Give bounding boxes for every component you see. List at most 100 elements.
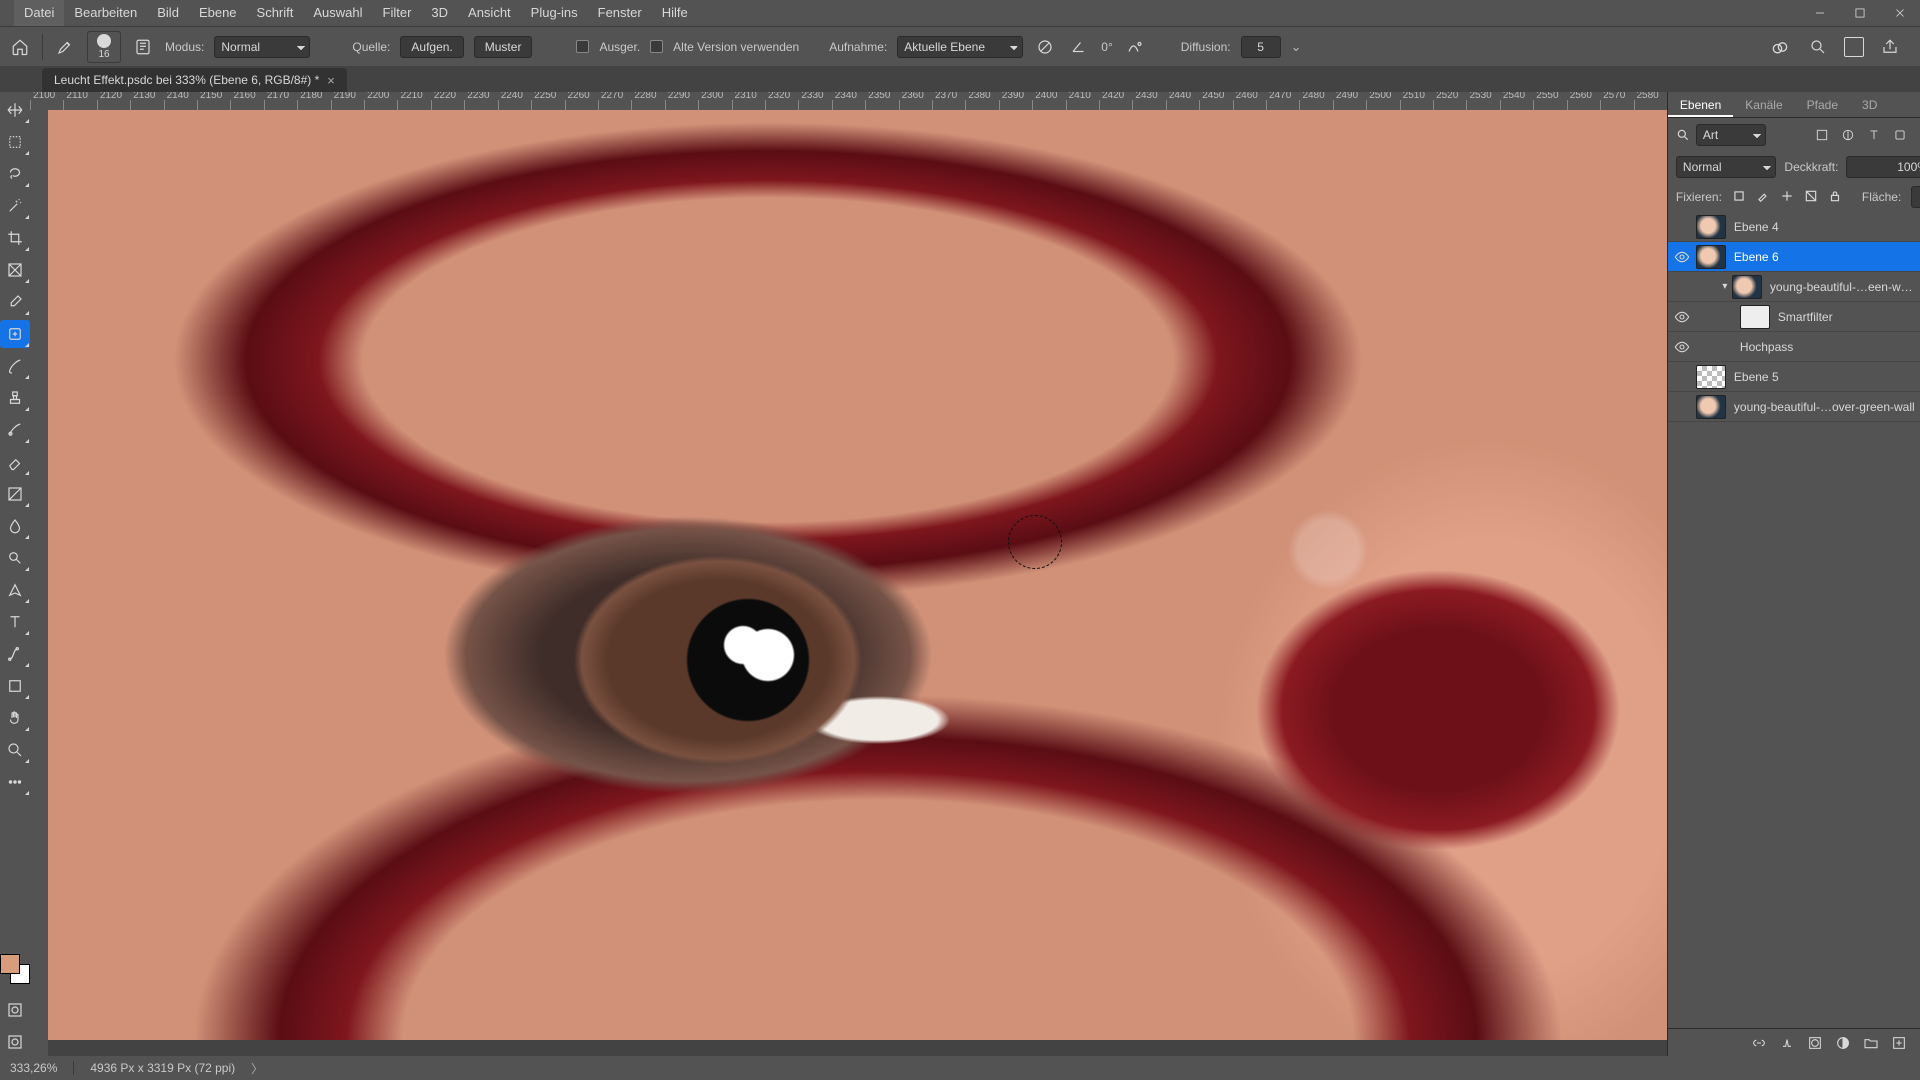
- panel-tab-ebenen[interactable]: Ebenen: [1668, 93, 1733, 117]
- visibility-toggle[interactable]: [1668, 339, 1696, 355]
- fx-icon[interactable]: [1779, 1035, 1795, 1051]
- screen-mode-icon[interactable]: [1844, 37, 1864, 57]
- group-icon[interactable]: [1863, 1035, 1879, 1051]
- ruler-tick: 2390: [999, 100, 1032, 110]
- eyedropper-tool[interactable]: [0, 288, 30, 316]
- document-tab[interactable]: Leucht Effekt.psdc bei 333% (Ebene 6, RG…: [42, 68, 347, 92]
- layer-filter-select[interactable]: Art: [1696, 124, 1766, 146]
- document-tab-bar: Leucht Effekt.psdc bei 333% (Ebene 6, RG…: [0, 66, 1920, 92]
- adjustment-icon[interactable]: [1835, 1035, 1851, 1051]
- menu-hilfe[interactable]: Hilfe: [652, 0, 698, 26]
- layer-row[interactable]: Ebene 6: [1668, 242, 1920, 272]
- layer-blend-select[interactable]: Normal: [1676, 156, 1777, 178]
- cloud-docs-icon[interactable]: [1768, 35, 1792, 59]
- menu-ebene[interactable]: Ebene: [189, 0, 247, 26]
- link-icon[interactable]: [1751, 1035, 1767, 1051]
- layer-row[interactable]: Smartfilter: [1668, 302, 1920, 332]
- filter-type-icon[interactable]: [1865, 126, 1883, 144]
- new-layer-icon[interactable]: [1891, 1035, 1907, 1051]
- hand-tool[interactable]: [0, 704, 30, 732]
- healing-tool[interactable]: [0, 320, 30, 348]
- filter-adjust-icon[interactable]: [1839, 126, 1857, 144]
- sample-select[interactable]: Aktuelle Ebene: [897, 36, 1023, 58]
- home-icon[interactable]: [8, 35, 32, 59]
- scrollbar-horizontal[interactable]: [48, 1040, 1667, 1056]
- panel-tab-kanäle[interactable]: Kanäle: [1733, 93, 1794, 117]
- close-icon[interactable]: [1880, 0, 1920, 26]
- quickmask-icon[interactable]: [0, 996, 30, 1024]
- close-icon[interactable]: ×: [327, 73, 335, 88]
- fill-input[interactable]: [1911, 186, 1920, 208]
- menu-bild[interactable]: Bild: [147, 0, 189, 26]
- diffusion-input[interactable]: [1241, 36, 1281, 58]
- crop-tool[interactable]: [0, 224, 30, 252]
- panel-tab-3d[interactable]: 3D: [1850, 93, 1889, 117]
- wand-tool[interactable]: [0, 192, 30, 220]
- minimize-icon[interactable]: [1800, 0, 1840, 26]
- menu-filter[interactable]: Filter: [373, 0, 422, 26]
- edit-toolbar-icon[interactable]: [0, 768, 30, 796]
- frame-tool[interactable]: [0, 256, 30, 284]
- menu-fenster[interactable]: Fenster: [588, 0, 652, 26]
- visibility-toggle[interactable]: [1668, 309, 1696, 325]
- brush-tool[interactable]: [0, 352, 30, 380]
- menu-bearbeiten[interactable]: Bearbeiten: [64, 0, 147, 26]
- visibility-toggle[interactable]: [1668, 249, 1696, 265]
- menu-datei[interactable]: Datei: [14, 0, 64, 26]
- chevron-down-icon[interactable]: ▾: [1718, 281, 1732, 292]
- ignore-adjust-icon[interactable]: [1033, 35, 1057, 59]
- brush-preset-picker[interactable]: 16: [87, 31, 121, 63]
- opacity-input[interactable]: [1846, 156, 1920, 178]
- source-pattern-button[interactable]: Muster: [474, 36, 533, 58]
- lock-all-icon[interactable]: [1828, 189, 1842, 205]
- stamp-tool[interactable]: [0, 384, 30, 412]
- menu-auswahl[interactable]: Auswahl: [303, 0, 372, 26]
- menu-plug-ins[interactable]: Plug-ins: [521, 0, 588, 26]
- lock-pixels-icon[interactable]: [1732, 189, 1746, 205]
- move-tool[interactable]: [0, 96, 30, 124]
- layer-row[interactable]: Ebene 4: [1668, 212, 1920, 242]
- gradient-tool[interactable]: [0, 480, 30, 508]
- lock-artboard-icon[interactable]: [1804, 189, 1818, 205]
- path-tool[interactable]: [0, 640, 30, 668]
- maximize-icon[interactable]: [1840, 0, 1880, 26]
- brush-panel-icon[interactable]: [131, 35, 155, 59]
- type-tool[interactable]: [0, 608, 30, 636]
- color-swatches[interactable]: [0, 954, 30, 984]
- filter-pixel-icon[interactable]: [1813, 126, 1831, 144]
- source-sampled-button[interactable]: Aufgen.: [400, 36, 463, 58]
- lock-paint-icon[interactable]: [1756, 189, 1770, 205]
- panel-tab-pfade[interactable]: Pfade: [1795, 93, 1850, 117]
- pen-tool[interactable]: [0, 576, 30, 604]
- layer-row[interactable]: Hochpass⫞: [1668, 332, 1920, 362]
- layer-row[interactable]: ▾young-beautiful-…een-wall Kopie⬍: [1668, 272, 1920, 302]
- menu-3d[interactable]: 3D: [421, 0, 458, 26]
- layer-row[interactable]: young-beautiful-…over-green-wall: [1668, 392, 1920, 422]
- zoom-value[interactable]: 333,26%: [10, 1061, 57, 1075]
- menu-schrift[interactable]: Schrift: [247, 0, 304, 26]
- dodge-tool[interactable]: [0, 544, 30, 572]
- marquee-tool[interactable]: [0, 128, 30, 156]
- eraser-tool[interactable]: [0, 448, 30, 476]
- ruler-tick: 2330: [798, 100, 831, 110]
- angle-icon[interactable]: [1067, 35, 1091, 59]
- tool-preset-icon[interactable]: [53, 35, 77, 59]
- zoom-tool[interactable]: [0, 736, 30, 764]
- filter-shape-icon[interactable]: [1891, 126, 1909, 144]
- screenmode-icon[interactable]: [0, 1028, 30, 1056]
- blur-tool[interactable]: [0, 512, 30, 540]
- lasso-tool[interactable]: [0, 160, 30, 188]
- lock-position-icon[interactable]: [1780, 189, 1794, 205]
- legacy-checkbox[interactable]: [650, 40, 663, 53]
- history-brush-tool[interactable]: [0, 416, 30, 444]
- aligned-checkbox[interactable]: [576, 40, 589, 53]
- pressure-opacity-icon[interactable]: [1123, 35, 1147, 59]
- canvas[interactable]: [48, 110, 1667, 1056]
- blend-mode-select[interactable]: Normal: [214, 36, 310, 58]
- share-icon[interactable]: [1878, 35, 1902, 59]
- menu-ansicht[interactable]: Ansicht: [458, 0, 521, 26]
- shape-tool[interactable]: [0, 672, 30, 700]
- layer-row[interactable]: Ebene 5: [1668, 362, 1920, 392]
- search-icon[interactable]: [1806, 35, 1830, 59]
- mask-icon[interactable]: [1807, 1035, 1823, 1051]
